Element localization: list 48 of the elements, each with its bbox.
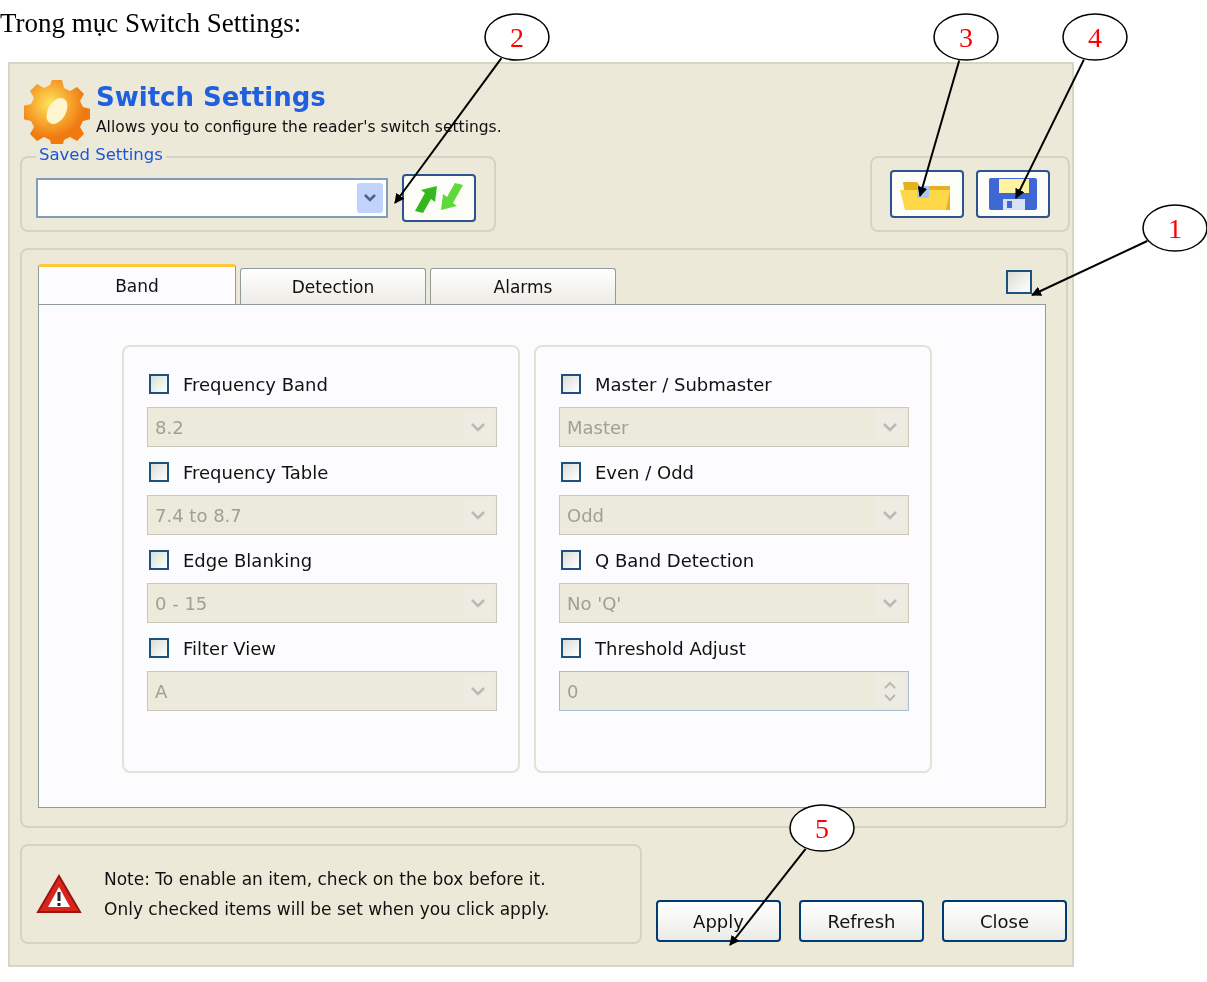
checkbox-label: Even / Odd: [595, 461, 695, 483]
dropdown-field[interactable]: A: [147, 671, 497, 711]
checkbox[interactable]: [149, 374, 169, 394]
tab[interactable]: Alarms: [430, 268, 616, 304]
dropdown-field[interactable]: No 'Q': [559, 583, 909, 623]
checkbox[interactable]: [149, 462, 169, 482]
dialog-button[interactable]: Apply: [656, 900, 781, 942]
note-text: Note: To enable an item, check on the box before it.: [104, 868, 547, 891]
callout-bubble: 5: [789, 804, 855, 852]
note-text: Only checked items will be set when you click apply.: [104, 898, 550, 921]
gear-icon: [24, 78, 90, 144]
checkbox[interactable]: [561, 550, 581, 570]
number-field[interactable]: 0: [559, 671, 909, 711]
checkbox-label: Frequency Band: [183, 373, 328, 395]
checkbox[interactable]: [149, 638, 169, 658]
open-button[interactable]: [890, 170, 964, 218]
dropdown-field[interactable]: 8.2: [147, 407, 497, 447]
group-legend: Saved Settings: [36, 145, 166, 164]
checkbox-label: Q Band Detection: [595, 549, 755, 571]
dropdown-field[interactable]: Odd: [559, 495, 909, 535]
dialog-title: Switch Settings: [96, 82, 327, 112]
spinner-arrows-icon: [875, 674, 905, 708]
checkbox-label: Frequency Table: [183, 461, 329, 483]
checkbox-label: Filter View: [183, 637, 276, 659]
callout-bubble: 4: [1062, 13, 1128, 61]
checkbox[interactable]: [561, 374, 581, 394]
dialog-button[interactable]: Refresh: [799, 900, 924, 942]
save-button[interactable]: [976, 170, 1050, 218]
checkbox[interactable]: [149, 550, 169, 570]
select-all-checkbox[interactable]: [1006, 270, 1032, 294]
callout-bubble: 1: [1142, 204, 1207, 252]
callout-bubble: 2: [484, 13, 550, 61]
callout-bubble: 3: [933, 13, 999, 61]
checkbox-label: Master / Submaster: [595, 373, 772, 395]
saved-settings-dropdown[interactable]: [36, 178, 388, 218]
dropdown-field[interactable]: Master: [559, 407, 909, 447]
load-button[interactable]: [402, 174, 476, 222]
caption-text: Trong mục Switch Settings:: [0, 7, 302, 40]
checkbox-label: Edge Blanking: [183, 549, 313, 571]
dropdown-field[interactable]: 7.4 to 8.7: [147, 495, 497, 535]
dialog-button[interactable]: Close: [942, 900, 1067, 942]
checkbox-label: Threshold Adjust: [595, 637, 746, 659]
tab[interactable]: Detection: [240, 268, 426, 304]
checkbox[interactable]: [561, 462, 581, 482]
dropdown-field[interactable]: 0 - 15: [147, 583, 497, 623]
checkbox[interactable]: [561, 638, 581, 658]
warning-icon: [36, 873, 82, 915]
tab[interactable]: Band: [38, 264, 236, 304]
